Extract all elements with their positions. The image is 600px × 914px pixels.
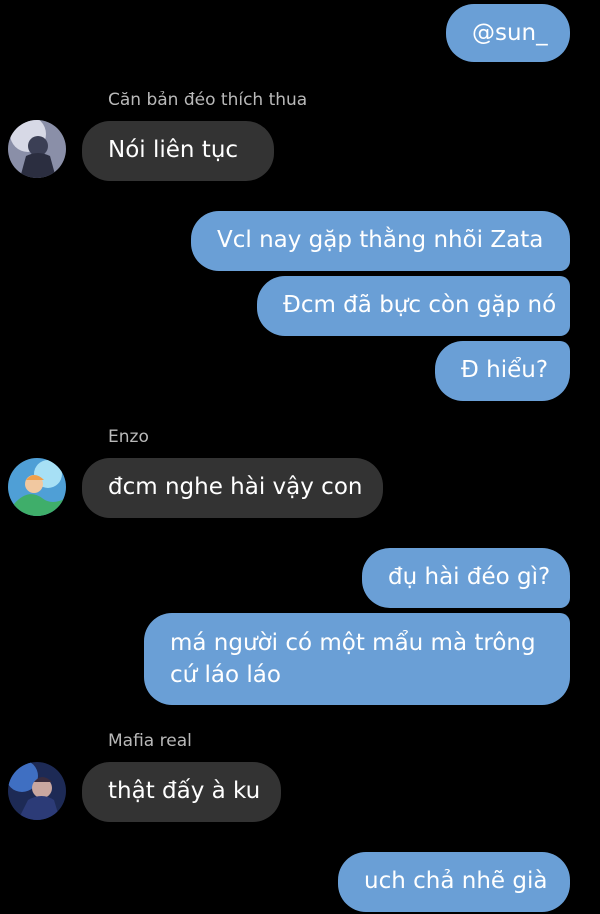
message-text: đụ hài đéo gì? [388,564,551,590]
avatar-enzo-icon[interactable] [8,458,66,516]
message-text: thật đấy à ku [108,778,261,804]
incoming-message[interactable]: thật đấy à ku [82,762,281,822]
incoming-message[interactable]: đcm nghe hài vậy con [82,458,383,518]
outgoing-message[interactable]: uch chả nhẽ già [338,852,570,912]
message-text-line: cứ láo láo [170,662,281,688]
message-text: đcm nghe hài vậy con [108,474,363,500]
message-text: Nói liên tục [108,137,239,163]
outgoing-message[interactable]: Vcl nay gặp thằng nhõi Zata [191,211,570,271]
outgoing-message[interactable]: đụ hài đéo gì? [362,548,570,608]
outgoing-message[interactable]: má người có một mẩu mà trông cứ láo láo [144,613,570,705]
sender-name: Mafia real [108,731,192,751]
outgoing-message[interactable]: Đcm đã bực còn gặp nó [257,276,570,336]
message-text-line: má người có một mẩu mà trông [170,630,536,656]
message-text: Đ hiểu? [461,357,549,383]
message-text: Vcl nay gặp thằng nhõi Zata [217,227,544,253]
outgoing-message[interactable]: @sun_ [446,4,570,62]
message-text: Đcm đã bực còn gặp nó [283,292,557,318]
message-text: uch chả nhẽ già [364,868,548,894]
sender-name: Enzo [108,427,149,447]
outgoing-message[interactable]: Đ hiểu? [435,341,570,401]
incoming-message[interactable]: Nói liên tục [82,121,274,181]
avatar-mafia-real-icon[interactable] [8,762,66,820]
avatar-can-ban-icon[interactable] [8,120,66,178]
message-text: @sun_ [472,20,548,46]
sender-name: Căn bản đéo thích thua [108,90,308,110]
